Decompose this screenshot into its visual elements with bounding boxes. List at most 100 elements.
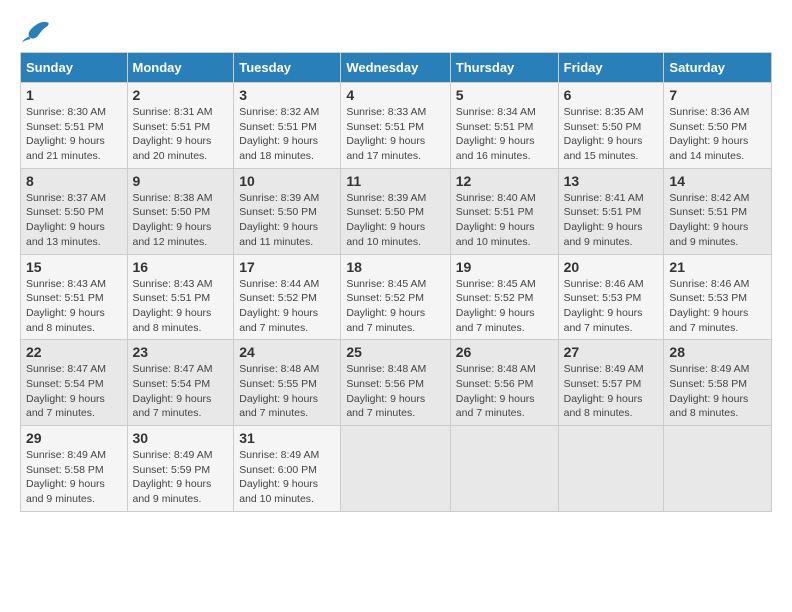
day-info: Sunrise: 8:49 AMSunset: 5:57 PMDaylight:… — [564, 363, 644, 419]
day-info: Sunrise: 8:49 AMSunset: 6:00 PMDaylight:… — [239, 449, 319, 505]
calendar-header-saturday: Saturday — [664, 53, 772, 83]
calendar-header-monday: Monday — [127, 53, 234, 83]
calendar-header-sunday: Sunday — [21, 53, 128, 83]
calendar-cell: 18 Sunrise: 8:45 AMSunset: 5:52 PMDaylig… — [341, 254, 450, 340]
day-info: Sunrise: 8:38 AMSunset: 5:50 PMDaylight:… — [133, 192, 213, 248]
calendar-cell: 28 Sunrise: 8:49 AMSunset: 5:58 PMDaylig… — [664, 340, 772, 426]
day-info: Sunrise: 8:43 AMSunset: 5:51 PMDaylight:… — [26, 278, 106, 334]
day-number: 20 — [564, 259, 659, 275]
day-info: Sunrise: 8:49 AMSunset: 5:58 PMDaylight:… — [669, 363, 749, 419]
day-info: Sunrise: 8:41 AMSunset: 5:51 PMDaylight:… — [564, 192, 644, 248]
calendar-header-tuesday: Tuesday — [234, 53, 341, 83]
calendar-cell: 29 Sunrise: 8:49 AMSunset: 5:58 PMDaylig… — [21, 426, 128, 512]
day-info: Sunrise: 8:47 AMSunset: 5:54 PMDaylight:… — [133, 363, 213, 419]
calendar-cell: 25 Sunrise: 8:48 AMSunset: 5:56 PMDaylig… — [341, 340, 450, 426]
day-number: 23 — [133, 344, 229, 360]
day-number: 10 — [239, 173, 335, 189]
day-info: Sunrise: 8:31 AMSunset: 5:51 PMDaylight:… — [133, 106, 213, 162]
calendar-cell: 7 Sunrise: 8:36 AMSunset: 5:50 PMDayligh… — [664, 83, 772, 169]
day-info: Sunrise: 8:30 AMSunset: 5:51 PMDaylight:… — [26, 106, 106, 162]
day-info: Sunrise: 8:44 AMSunset: 5:52 PMDaylight:… — [239, 278, 319, 334]
day-number: 22 — [26, 344, 122, 360]
day-number: 30 — [133, 430, 229, 446]
calendar-cell: 30 Sunrise: 8:49 AMSunset: 5:59 PMDaylig… — [127, 426, 234, 512]
day-number: 25 — [346, 344, 444, 360]
calendar-cell: 10 Sunrise: 8:39 AMSunset: 5:50 PMDaylig… — [234, 168, 341, 254]
day-number: 29 — [26, 430, 122, 446]
day-number: 26 — [456, 344, 553, 360]
calendar-cell: 5 Sunrise: 8:34 AMSunset: 5:51 PMDayligh… — [450, 83, 558, 169]
calendar-cell: 31 Sunrise: 8:49 AMSunset: 6:00 PMDaylig… — [234, 426, 341, 512]
calendar-week-row: 1 Sunrise: 8:30 AMSunset: 5:51 PMDayligh… — [21, 83, 772, 169]
day-info: Sunrise: 8:48 AMSunset: 5:55 PMDaylight:… — [239, 363, 319, 419]
day-info: Sunrise: 8:48 AMSunset: 5:56 PMDaylight:… — [456, 363, 536, 419]
day-info: Sunrise: 8:40 AMSunset: 5:51 PMDaylight:… — [456, 192, 536, 248]
day-info: Sunrise: 8:42 AMSunset: 5:51 PMDaylight:… — [669, 192, 749, 248]
calendar-header-friday: Friday — [558, 53, 664, 83]
calendar-cell: 27 Sunrise: 8:49 AMSunset: 5:57 PMDaylig… — [558, 340, 664, 426]
day-number: 1 — [26, 87, 122, 103]
calendar-header-row: SundayMondayTuesdayWednesdayThursdayFrid… — [21, 53, 772, 83]
day-info: Sunrise: 8:39 AMSunset: 5:50 PMDaylight:… — [239, 192, 319, 248]
calendar-cell: 1 Sunrise: 8:30 AMSunset: 5:51 PMDayligh… — [21, 83, 128, 169]
day-number: 9 — [133, 173, 229, 189]
day-number: 14 — [669, 173, 766, 189]
calendar-cell: 21 Sunrise: 8:46 AMSunset: 5:53 PMDaylig… — [664, 254, 772, 340]
calendar-cell: 4 Sunrise: 8:33 AMSunset: 5:51 PMDayligh… — [341, 83, 450, 169]
day-number: 4 — [346, 87, 444, 103]
day-info: Sunrise: 8:49 AMSunset: 5:58 PMDaylight:… — [26, 449, 106, 505]
day-info: Sunrise: 8:45 AMSunset: 5:52 PMDaylight:… — [346, 278, 426, 334]
calendar-cell: 9 Sunrise: 8:38 AMSunset: 5:50 PMDayligh… — [127, 168, 234, 254]
calendar-header-thursday: Thursday — [450, 53, 558, 83]
day-number: 12 — [456, 173, 553, 189]
day-number: 19 — [456, 259, 553, 275]
day-number: 27 — [564, 344, 659, 360]
day-number: 11 — [346, 173, 444, 189]
day-number: 15 — [26, 259, 122, 275]
calendar-cell — [341, 426, 450, 512]
day-number: 13 — [564, 173, 659, 189]
day-number: 16 — [133, 259, 229, 275]
calendar-cell: 16 Sunrise: 8:43 AMSunset: 5:51 PMDaylig… — [127, 254, 234, 340]
calendar-cell: 11 Sunrise: 8:39 AMSunset: 5:50 PMDaylig… — [341, 168, 450, 254]
day-info: Sunrise: 8:48 AMSunset: 5:56 PMDaylight:… — [346, 363, 426, 419]
calendar-cell: 20 Sunrise: 8:46 AMSunset: 5:53 PMDaylig… — [558, 254, 664, 340]
calendar-table: SundayMondayTuesdayWednesdayThursdayFrid… — [20, 52, 772, 512]
day-info: Sunrise: 8:46 AMSunset: 5:53 PMDaylight:… — [564, 278, 644, 334]
calendar-cell — [450, 426, 558, 512]
calendar-week-row: 8 Sunrise: 8:37 AMSunset: 5:50 PMDayligh… — [21, 168, 772, 254]
day-number: 7 — [669, 87, 766, 103]
calendar-cell: 13 Sunrise: 8:41 AMSunset: 5:51 PMDaylig… — [558, 168, 664, 254]
calendar-cell: 26 Sunrise: 8:48 AMSunset: 5:56 PMDaylig… — [450, 340, 558, 426]
calendar-cell: 12 Sunrise: 8:40 AMSunset: 5:51 PMDaylig… — [450, 168, 558, 254]
day-number: 2 — [133, 87, 229, 103]
day-info: Sunrise: 8:45 AMSunset: 5:52 PMDaylight:… — [456, 278, 536, 334]
day-info: Sunrise: 8:49 AMSunset: 5:59 PMDaylight:… — [133, 449, 213, 505]
calendar-header-wednesday: Wednesday — [341, 53, 450, 83]
day-info: Sunrise: 8:37 AMSunset: 5:50 PMDaylight:… — [26, 192, 106, 248]
calendar-cell: 23 Sunrise: 8:47 AMSunset: 5:54 PMDaylig… — [127, 340, 234, 426]
calendar-cell: 6 Sunrise: 8:35 AMSunset: 5:50 PMDayligh… — [558, 83, 664, 169]
day-info: Sunrise: 8:32 AMSunset: 5:51 PMDaylight:… — [239, 106, 319, 162]
calendar-cell: 24 Sunrise: 8:48 AMSunset: 5:55 PMDaylig… — [234, 340, 341, 426]
calendar-week-row: 22 Sunrise: 8:47 AMSunset: 5:54 PMDaylig… — [21, 340, 772, 426]
calendar-week-row: 15 Sunrise: 8:43 AMSunset: 5:51 PMDaylig… — [21, 254, 772, 340]
calendar-cell: 2 Sunrise: 8:31 AMSunset: 5:51 PMDayligh… — [127, 83, 234, 169]
calendar-cell: 17 Sunrise: 8:44 AMSunset: 5:52 PMDaylig… — [234, 254, 341, 340]
day-number: 24 — [239, 344, 335, 360]
calendar-cell: 22 Sunrise: 8:47 AMSunset: 5:54 PMDaylig… — [21, 340, 128, 426]
day-info: Sunrise: 8:47 AMSunset: 5:54 PMDaylight:… — [26, 363, 106, 419]
logo — [20, 20, 50, 42]
day-number: 3 — [239, 87, 335, 103]
day-number: 5 — [456, 87, 553, 103]
calendar-cell — [558, 426, 664, 512]
day-number: 6 — [564, 87, 659, 103]
day-number: 21 — [669, 259, 766, 275]
day-number: 17 — [239, 259, 335, 275]
calendar-cell — [664, 426, 772, 512]
day-info: Sunrise: 8:34 AMSunset: 5:51 PMDaylight:… — [456, 106, 536, 162]
calendar-cell: 8 Sunrise: 8:37 AMSunset: 5:50 PMDayligh… — [21, 168, 128, 254]
day-info: Sunrise: 8:43 AMSunset: 5:51 PMDaylight:… — [133, 278, 213, 334]
day-number: 31 — [239, 430, 335, 446]
logo-icon — [22, 20, 50, 42]
